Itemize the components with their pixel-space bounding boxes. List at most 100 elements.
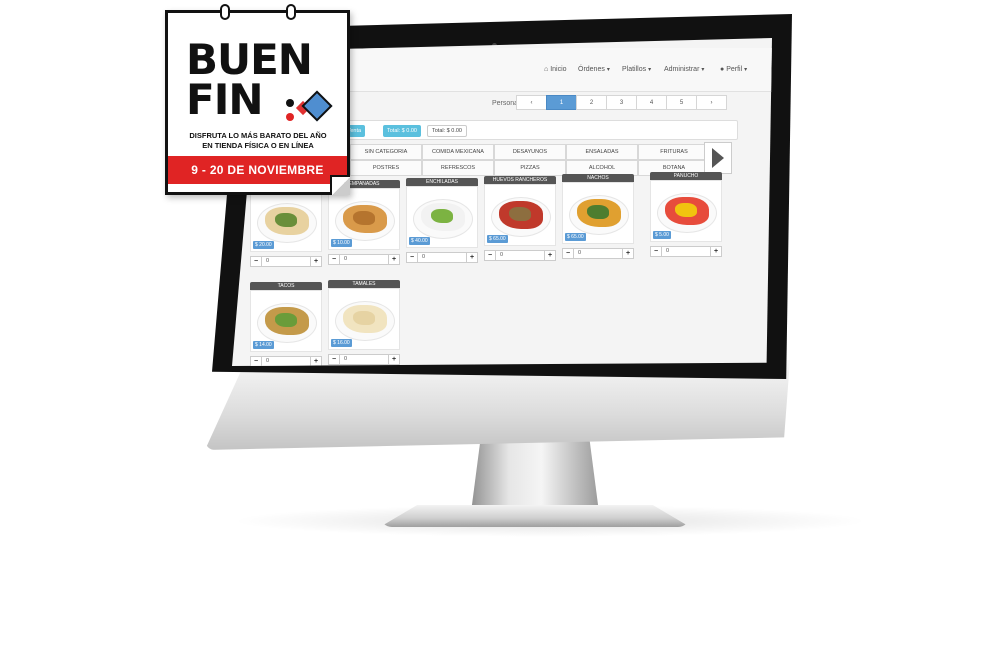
product-card[interactable]: EMPANADAS $ 10.00−0 + [328,180,400,284]
nav-ordenes[interactable]: Órdenes ▾ [578,66,610,73]
caret-down-icon: ▾ [744,67,748,73]
caret-down-icon: ▾ [648,67,652,73]
product-name: ENCHILADAS [406,178,478,186]
page-fold-icon [330,175,350,195]
minus-button[interactable]: − [250,256,262,267]
category-button[interactable]: PIZZAS [494,160,566,176]
stage: ⌂ Inicio Órdenes ▾ Platillos ▾ Administr… [0,0,986,656]
nav-inicio-label: Inicio [550,66,567,73]
product-card[interactable]: TACOS $ 14.00 −0 + [250,282,322,366]
persons-page-5[interactable]: 5 [666,95,697,110]
minus-button[interactable]: − [328,254,340,265]
next-category-button[interactable] [704,142,732,174]
colon-dot [286,113,294,121]
food-garnish-shape [587,205,609,219]
quantity-input[interactable]: 0 [340,254,388,265]
total-badge: Total: $ 0.00 [383,125,421,137]
calendar-ring [286,4,296,20]
quantity-input[interactable]: 0 [574,248,622,259]
minus-button[interactable]: − [650,246,662,257]
product-card[interactable]: NACHOS $ 65.00 −0 + [562,174,634,278]
minus-button[interactable]: − [328,354,340,365]
persons-page-2[interactable]: 2 [576,95,607,110]
nav-inicio[interactable]: ⌂ Inicio [544,66,567,73]
plus-button[interactable]: + [622,248,634,259]
quantity-stepper: −0 + [250,356,322,366]
product-image[interactable]: $ 20.00 [250,190,322,252]
product-image[interactable]: $ 5.00 [650,180,722,242]
product-price: $ 16.00 [331,339,352,347]
total-display: Total: $ 0.00 [427,125,467,137]
product-card[interactable]: TAMALES $ 16.00 −0 + [328,280,400,366]
plus-button[interactable]: + [710,246,722,257]
product-card[interactable]: BURRITOS$ 20.00−0+ [250,182,322,286]
product-card[interactable]: ENCHILADAS $ 40.00 −0 + [406,178,478,282]
category-button[interactable]: ENSALADAS [566,144,638,160]
category-button[interactable]: REFRESCOS [422,160,494,176]
minus-button[interactable]: − [562,248,574,259]
persons-page-3[interactable]: 3 [606,95,637,110]
product-price: $ 5.00 [653,231,671,239]
badge-tagline-1: DISFRUTA LO MÁS BARATO DEL AÑO [189,131,327,140]
product-name: TACOS [250,282,322,290]
minus-button[interactable]: − [406,252,418,263]
product-image[interactable]: $ 16.00 [328,288,400,350]
product-image[interactable]: $ 65.00 [484,184,556,246]
plus-button[interactable]: + [388,354,400,365]
product-name: PANUCHO [650,172,722,180]
nav-administrar[interactable]: Administrar ▾ [664,66,704,73]
category-button[interactable]: DESAYUNOS [494,144,566,160]
calendar-ring [220,4,230,20]
product-price: $ 14.00 [253,341,274,349]
nav-platillos[interactable]: Platillos ▾ [622,66,651,73]
product-card[interactable]: PANUCHO $ 5.00 −0 + [650,172,722,276]
product-price: $ 65.00 [565,233,586,241]
quantity-input[interactable]: 0 [418,252,466,263]
product-price: $ 40.00 [409,237,430,245]
nav-ordenes-label: Órdenes [578,66,605,73]
category-button[interactable]: COMIDA MEXICANA [422,144,494,160]
category-button[interactable]: SIN CATEGORIA [350,144,422,160]
product-image[interactable]: $ 65.00 [562,182,634,244]
persons-page-prev[interactable]: ‹ [516,95,547,110]
product-name: HUEVOS RANCHEROS [484,176,556,184]
category-button[interactable]: FRITURAS [638,144,710,160]
plus-button[interactable]: + [310,256,322,267]
plus-button[interactable]: + [310,356,322,366]
nav-perfil[interactable]: ● Perfil ▾ [720,66,747,73]
food-garnish-shape [275,213,297,227]
play-right-icon [712,148,724,168]
minus-button[interactable]: − [250,356,262,366]
quantity-stepper: −0 + [406,252,478,263]
quantity-input[interactable]: 0 [262,356,310,366]
quantity-stepper: −0 + [250,256,322,267]
persons-selector: Personas ‹ 1 2 3 4 5 › [342,94,752,116]
quantity-input[interactable]: 0 [662,246,710,257]
product-name: NACHOS [562,174,634,182]
product-card[interactable]: HUEVOS RANCHEROS $ 65.00 −0 + [484,176,556,280]
buen-fin-badge: BUEN FIN DISFRUTA LO MÁS BARATO DEL AÑO … [165,4,350,195]
minus-button[interactable]: − [484,250,496,261]
blue-diamond-icon [301,90,333,122]
plus-button[interactable]: + [544,250,556,261]
product-price: $ 10.00 [331,239,352,247]
quantity-input[interactable]: 0 [496,250,544,261]
quantity-input[interactable]: 0 [262,256,310,267]
plus-button[interactable]: + [466,252,478,263]
persons-page-1[interactable]: 1 [546,95,577,110]
order-bar: Venta Total: $ 0.00 Total: $ 0.00 [342,120,738,140]
persons-page-next[interactable]: › [696,95,727,110]
product-image[interactable]: $ 14.00 [250,290,322,352]
quantity-input[interactable]: 0 [340,354,388,365]
product-image[interactable]: $ 10.00 [328,188,400,250]
badge-tagline-2: EN TIENDA FÍSICA O EN LÍNEA [202,141,314,150]
plus-button[interactable]: + [388,254,400,265]
quantity-stepper: −0 + [328,254,400,265]
food-garnish-shape [509,207,531,221]
product-image[interactable]: $ 40.00 [406,186,478,248]
category-button[interactable]: POSTRES [350,160,422,176]
colon-dot [286,99,294,107]
quantity-stepper: −0 + [484,250,556,261]
persons-page-4[interactable]: 4 [636,95,667,110]
badge-dates: 9 - 20 DE NOVIEMBRE [168,156,347,184]
